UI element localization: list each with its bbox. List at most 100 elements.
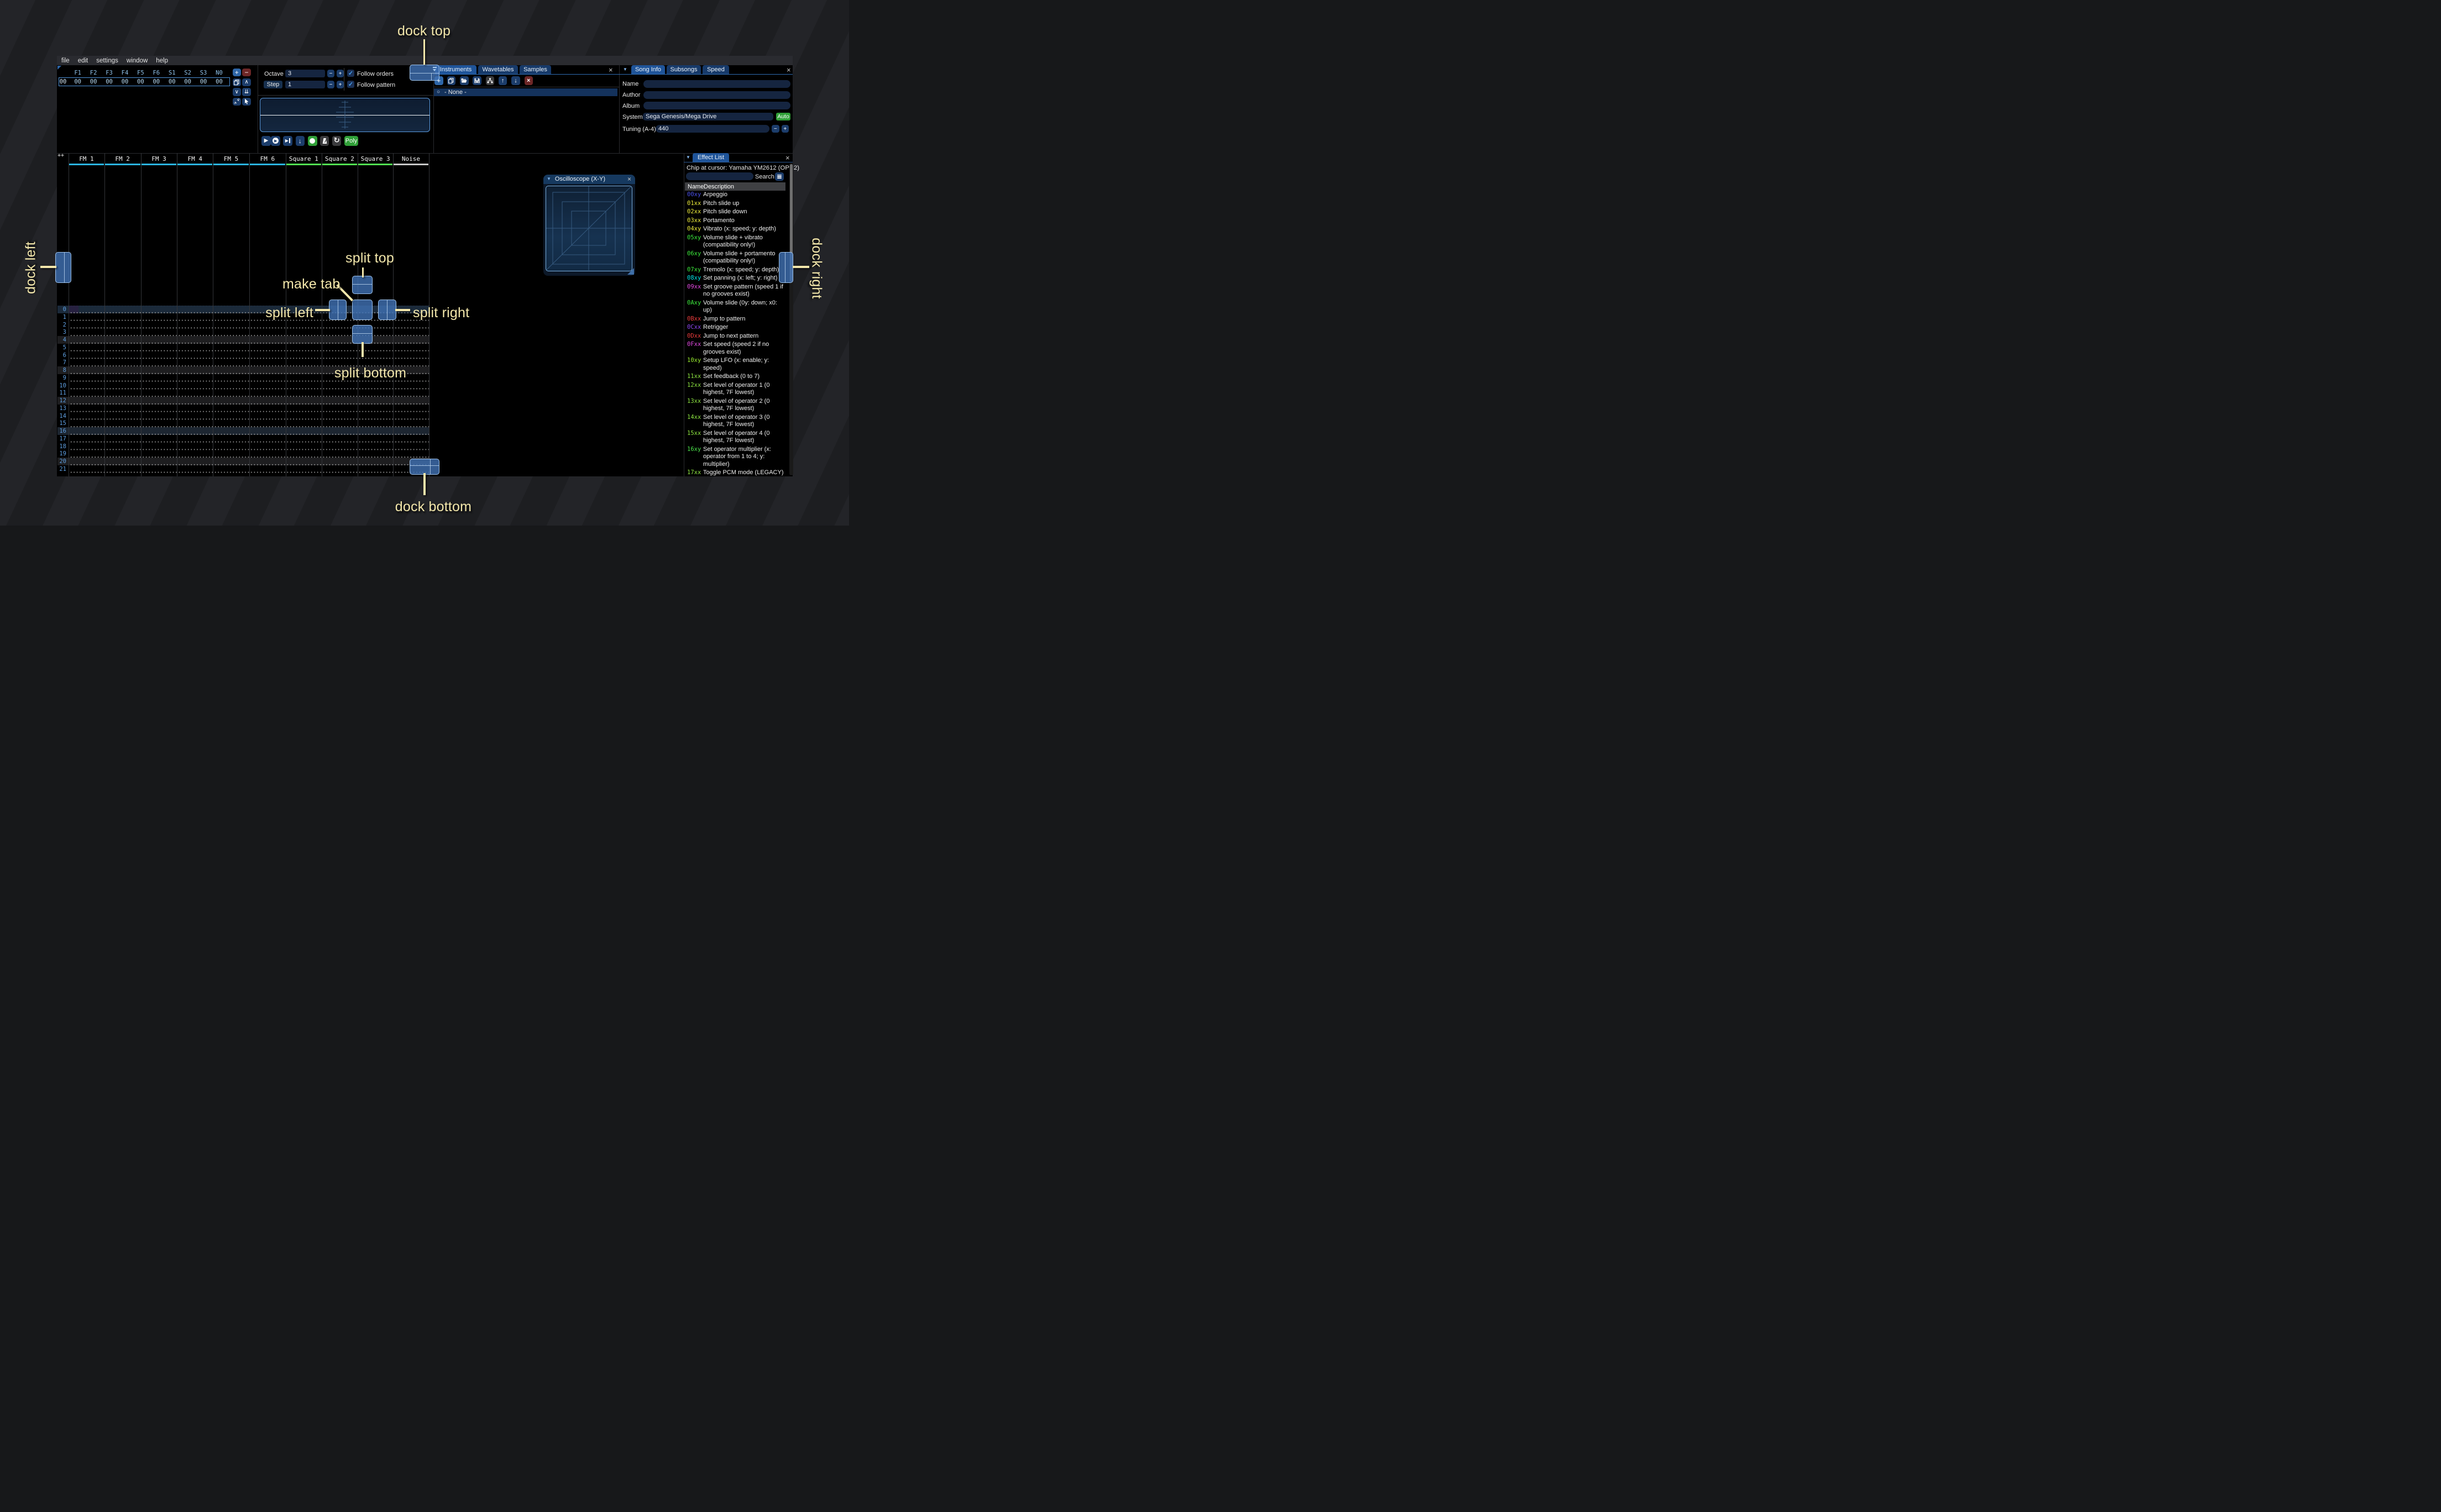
orders-cell[interactable]: 00 (212, 78, 226, 85)
orders-row-index[interactable]: 00 (56, 78, 70, 85)
tab-speed[interactable]: Speed (703, 65, 729, 74)
album-field[interactable] (643, 102, 790, 109)
order-move-down-button[interactable]: ∨ (232, 88, 241, 96)
system-auto-button[interactable]: Auto (776, 113, 790, 120)
order-remove-button[interactable]: − (242, 68, 251, 76)
pattern-row-number[interactable]: 0 (57, 306, 66, 313)
octave-decrement-button[interactable]: − (327, 70, 334, 77)
order-change-all-button[interactable] (232, 97, 241, 106)
effect-row-08xy[interactable]: 08xy Set panning (x: left; y: right) (684, 274, 789, 283)
orders-cell[interactable]: 00 (103, 78, 116, 85)
effect-row-02xx[interactable]: 02xx Pitch slide down (684, 208, 789, 217)
menu-item-edit[interactable]: edit (78, 57, 88, 64)
pattern-row-number[interactable]: 14 (57, 413, 66, 419)
tab-instruments[interactable]: Instruments (435, 65, 476, 74)
pattern-row-number[interactable]: 11 (57, 390, 66, 396)
collapse-icon[interactable]: ▼ (686, 155, 690, 160)
effect-row-0Bxx[interactable]: 0Bxx Jump to pattern (684, 315, 789, 324)
effect-table-header[interactable]: Name Description (685, 182, 785, 191)
channel-header-square-3[interactable]: Square 3 (358, 155, 393, 162)
effect-row-12xx[interactable]: 12xx Set level of operator 1 (0 highest, … (684, 381, 789, 397)
menu-item-file[interactable]: file (61, 57, 70, 64)
pattern-row-number[interactable]: 21 (57, 466, 66, 473)
separator[interactable] (57, 153, 793, 154)
effect-row-0Fxx[interactable]: 0Fxx Set speed (speed 2 if no grooves exi… (684, 340, 789, 356)
step-play-button[interactable]: ↓ (295, 136, 305, 146)
tuning-input[interactable]: 440 (656, 125, 769, 133)
orders-cell[interactable]: 00 (197, 78, 210, 85)
dock-left-target[interactable] (55, 252, 72, 284)
instrument-move-down-button[interactable]: ↓ (511, 76, 520, 85)
instrument-move-up-button[interactable]: ↑ (498, 76, 507, 85)
effect-row-05xy[interactable]: 05xy Volume slide + vibrato (compatibilit… (684, 234, 789, 250)
order-edit-mode-button[interactable] (242, 97, 251, 106)
follow-pattern-checkbox[interactable]: ✓ (347, 81, 354, 88)
resize-grip-icon[interactable] (627, 268, 634, 275)
pattern-row-number[interactable]: 10 (57, 382, 66, 389)
pattern-row-number[interactable]: 3 (57, 329, 66, 335)
pattern-row-number[interactable]: 15 (57, 420, 66, 427)
pattern-row-number[interactable]: 17 (57, 435, 66, 442)
channel-header-square-1[interactable]: Square 1 (286, 155, 322, 162)
order-add-button[interactable]: + (232, 68, 241, 76)
instrument-open-button[interactable] (460, 76, 469, 85)
order-move-up-button[interactable]: ∧ (242, 78, 251, 86)
effect-row-0Cxx[interactable]: 0Cxx Retrigger (684, 323, 789, 332)
record-button[interactable] (308, 136, 317, 146)
menu-item-help[interactable]: help (156, 57, 168, 64)
pattern-row-number[interactable]: 16 (57, 428, 66, 434)
play-to-cursor-button[interactable]: ▶ (283, 136, 292, 146)
effect-row-07xy[interactable]: 07xy Tremolo (x: speed; y: depth) (684, 266, 789, 275)
tab-subsongs[interactable]: Subsongs (667, 65, 701, 74)
pattern-row-number[interactable]: 13 (57, 405, 66, 412)
separator[interactable] (619, 65, 620, 153)
step-decrement-button[interactable]: − (327, 81, 334, 88)
tab-song-info[interactable]: Song Info (631, 65, 665, 74)
pattern-row-number[interactable]: 4 (57, 337, 66, 343)
effect-row-11xx[interactable]: 11xx Set feedback (0 to 7) (684, 372, 789, 381)
octave-input[interactable]: 3 (285, 70, 325, 77)
channel-header-fm-4[interactable]: FM 4 (177, 155, 213, 162)
orders-cell[interactable]: 00 (181, 78, 195, 85)
split-right-target[interactable] (378, 299, 396, 320)
channel-header-fm-6[interactable]: FM 6 (249, 155, 286, 162)
dock-top-target[interactable] (409, 65, 440, 81)
pattern-row-number[interactable]: 12 (57, 397, 66, 404)
instrument-delete-button[interactable]: × (524, 76, 533, 85)
split-bottom-target[interactable] (352, 325, 373, 344)
oscilloscope-title-bar[interactable]: ▼ Oscilloscope (X-Y) × (543, 175, 635, 184)
orders-cell[interactable]: 00 (150, 78, 163, 85)
effect-row-04xy[interactable]: 04xy Vibrato (x: speed; y: depth) (684, 225, 789, 234)
effect-search-input[interactable] (686, 172, 753, 180)
collapse-icon[interactable]: ▼ (547, 177, 551, 181)
channel-header-fm-5[interactable]: FM 5 (213, 155, 249, 162)
close-icon[interactable]: × (787, 66, 791, 74)
effect-row-06xy[interactable]: 06xy Volume slide + portamento (compatibi… (684, 250, 789, 266)
metronome-button[interactable] (320, 136, 329, 146)
pattern-row-number[interactable]: 6 (57, 352, 66, 359)
pattern-row-number[interactable]: 2 (57, 322, 66, 328)
effect-row-15xx[interactable]: 15xx Set level of operator 4 (0 highest, … (684, 429, 789, 445)
author-field[interactable] (643, 91, 790, 99)
effect-row-17xx[interactable]: 17xx Toggle PCM mode (LEGACY) (684, 469, 789, 476)
channel-header-noise[interactable]: Noise (393, 155, 428, 162)
poly-button[interactable]: Poly (344, 136, 358, 146)
make-tab-target[interactable] (352, 299, 373, 320)
split-top-target[interactable] (352, 276, 373, 295)
collapse-icon[interactable]: ▼ (623, 67, 627, 72)
instrument-save-button[interactable] (473, 76, 481, 85)
pattern-row-number[interactable]: 9 (57, 375, 66, 381)
close-icon[interactable]: × (627, 175, 631, 183)
system-field[interactable]: Sega Genesis/Mega Drive (643, 113, 773, 120)
orders-cell[interactable]: 00 (134, 78, 147, 85)
step-label-chip[interactable]: Step (264, 81, 282, 88)
effect-row-03xx[interactable]: 03xx Portamento (684, 217, 789, 225)
tuning-increment-button[interactable]: + (781, 125, 789, 133)
instrument-tree-view-button[interactable] (485, 76, 495, 85)
follow-pattern-label[interactable]: Follow pattern (357, 82, 395, 88)
tab-samples[interactable]: Samples (520, 65, 551, 74)
channel-header-fm-1[interactable]: FM 1 (69, 155, 104, 162)
effect-row-0Dxx[interactable]: 0Dxx Jump to next pattern (684, 332, 789, 341)
pattern-row-number[interactable]: 1 (57, 314, 66, 321)
instrument-list-item-selected[interactable]: ○ - None - (434, 88, 617, 96)
